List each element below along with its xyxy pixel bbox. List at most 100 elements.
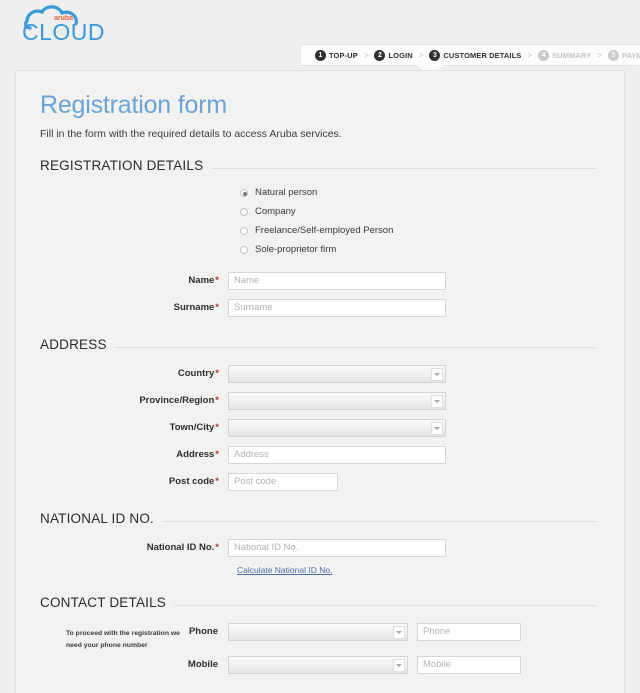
registration-page: aruba CLOUD 1 TOP-UP > 2 LOGIN > 3 CUSTO… [0, 0, 640, 693]
phone-input[interactable] [417, 622, 521, 641]
address-input[interactable] [228, 445, 446, 464]
label-surname: Surname* [28, 302, 228, 313]
label-name: Name* [28, 275, 228, 286]
step-separator-icon: > [527, 50, 533, 60]
label-national-id: National ID No.* [28, 542, 228, 553]
phone-prefix-select[interactable] [228, 622, 408, 641]
surname-input[interactable] [228, 298, 446, 317]
step-number: 1 [315, 49, 326, 61]
step-label: LOGIN [388, 50, 413, 60]
radio-label: Company [255, 206, 296, 217]
row-surname: Surname* [28, 298, 610, 317]
step-label: PAYMENT [621, 50, 640, 60]
row-national-id: National ID No.* [28, 538, 610, 557]
row-mobile: Mobile [28, 655, 610, 674]
label-text: National ID No. [146, 542, 215, 553]
section-title: ADDRESS [40, 337, 107, 352]
label-address: Address* [28, 449, 228, 460]
chevron-down-icon [431, 421, 443, 435]
label-text: Town/City [169, 422, 215, 433]
row-province: Province/Region* [28, 391, 610, 410]
section-divider [114, 347, 596, 348]
national-id-input[interactable] [228, 538, 446, 557]
chevron-down-icon [393, 625, 405, 639]
step-number: 2 [374, 49, 386, 61]
page-title: Registration form [40, 91, 227, 119]
section-registration-details: REGISTRATION DETAILS [40, 158, 610, 173]
step-number: 3 [429, 49, 441, 61]
section-divider [174, 605, 596, 606]
label-province: Province/Region* [28, 395, 228, 406]
label-text: Province/Region [139, 395, 215, 406]
progress-steps: 1 TOP-UP > 2 LOGIN > 3 CUSTOMER DETAILS … [300, 44, 640, 66]
post-code-input[interactable] [228, 472, 338, 491]
page-subtitle: Fill in the form with the required detai… [40, 128, 342, 140]
step-separator-icon: > [418, 50, 424, 60]
mobile-input[interactable] [417, 655, 521, 674]
row-calculate-link: Calculate National ID No. [28, 565, 610, 575]
name-input[interactable] [228, 271, 446, 290]
section-contact-details: CONTACT DETAILS [40, 595, 610, 610]
label-town: Town/City* [28, 422, 228, 433]
label-post-code: Post code* [28, 476, 228, 487]
section-national-id: NATIONAL ID NO. [40, 511, 610, 526]
required-marker: * [215, 422, 219, 433]
mobile-prefix-select[interactable] [228, 655, 408, 674]
label-text: Surname [173, 302, 215, 313]
radio-label: Freelance/Self-employed Person [255, 225, 394, 236]
label-text: Country [177, 368, 215, 379]
section-address: ADDRESS [40, 337, 610, 352]
radio-icon [240, 188, 248, 197]
aruba-cloud-logo[interactable]: aruba CLOUD [22, 2, 122, 48]
radio-label: Natural person [255, 187, 318, 198]
radio-label: Sole-proprietor firm [255, 244, 337, 255]
svg-text:CLOUD: CLOUD [22, 19, 105, 45]
logo-icon: aruba CLOUD [22, 5, 105, 45]
step-label: TOP-UP [329, 50, 358, 60]
step-login[interactable]: 2 LOGIN [374, 49, 413, 61]
required-marker: * [215, 368, 219, 379]
step-top-up[interactable]: 1 TOP-UP [315, 49, 358, 61]
row-post-code: Post code* [28, 472, 610, 491]
section-divider [211, 168, 596, 169]
step-customer-details[interactable]: 3 CUSTOMER DETAILS [429, 49, 522, 61]
town-select[interactable] [228, 418, 446, 437]
step-payment[interactable]: 5 PAYMENT [607, 49, 640, 61]
radio-company[interactable]: Company [240, 202, 610, 221]
customer-type-radio-group: Natural person Company Freelance/Self-em… [28, 183, 610, 259]
country-select[interactable] [228, 364, 446, 383]
chevron-down-icon [393, 658, 405, 672]
radio-freelance[interactable]: Freelance/Self-employed Person [240, 221, 610, 240]
contact-fields-block: To proceed with the registration we need… [28, 616, 610, 693]
row-town: Town/City* [28, 418, 610, 437]
step-label: CUSTOMER DETAILS [443, 50, 522, 60]
label-country: Country* [28, 368, 228, 379]
label-text: Mobile [187, 659, 218, 670]
row-name: Name* [28, 271, 610, 290]
section-title: NATIONAL ID NO. [40, 511, 155, 526]
section-divider [162, 521, 596, 522]
required-marker: * [215, 275, 219, 286]
step-number: 4 [538, 49, 550, 61]
radio-icon [240, 207, 248, 216]
row-country: Country* [28, 364, 610, 383]
chevron-down-icon [431, 367, 443, 381]
step-label: SUMMARY [552, 50, 592, 60]
step-separator-icon: > [363, 50, 369, 60]
province-select[interactable] [228, 391, 446, 410]
step-separator-icon: > [597, 50, 602, 60]
required-marker: * [215, 542, 219, 553]
row-address: Address* [28, 445, 610, 464]
radio-natural-person[interactable]: Natural person [240, 183, 610, 202]
label-text: Address [176, 449, 215, 460]
label-text: Phone [188, 626, 218, 637]
required-marker: * [215, 302, 219, 313]
section-title: REGISTRATION DETAILS [40, 158, 204, 173]
step-summary[interactable]: 4 SUMMARY [538, 49, 592, 61]
calculate-national-id-link[interactable]: Calculate National ID No. [228, 565, 332, 575]
step-number: 5 [607, 49, 619, 61]
radio-sole-proprietor[interactable]: Sole-proprietor firm [240, 240, 610, 259]
label-text: Post code [168, 476, 215, 487]
label-text: Name [188, 275, 215, 286]
